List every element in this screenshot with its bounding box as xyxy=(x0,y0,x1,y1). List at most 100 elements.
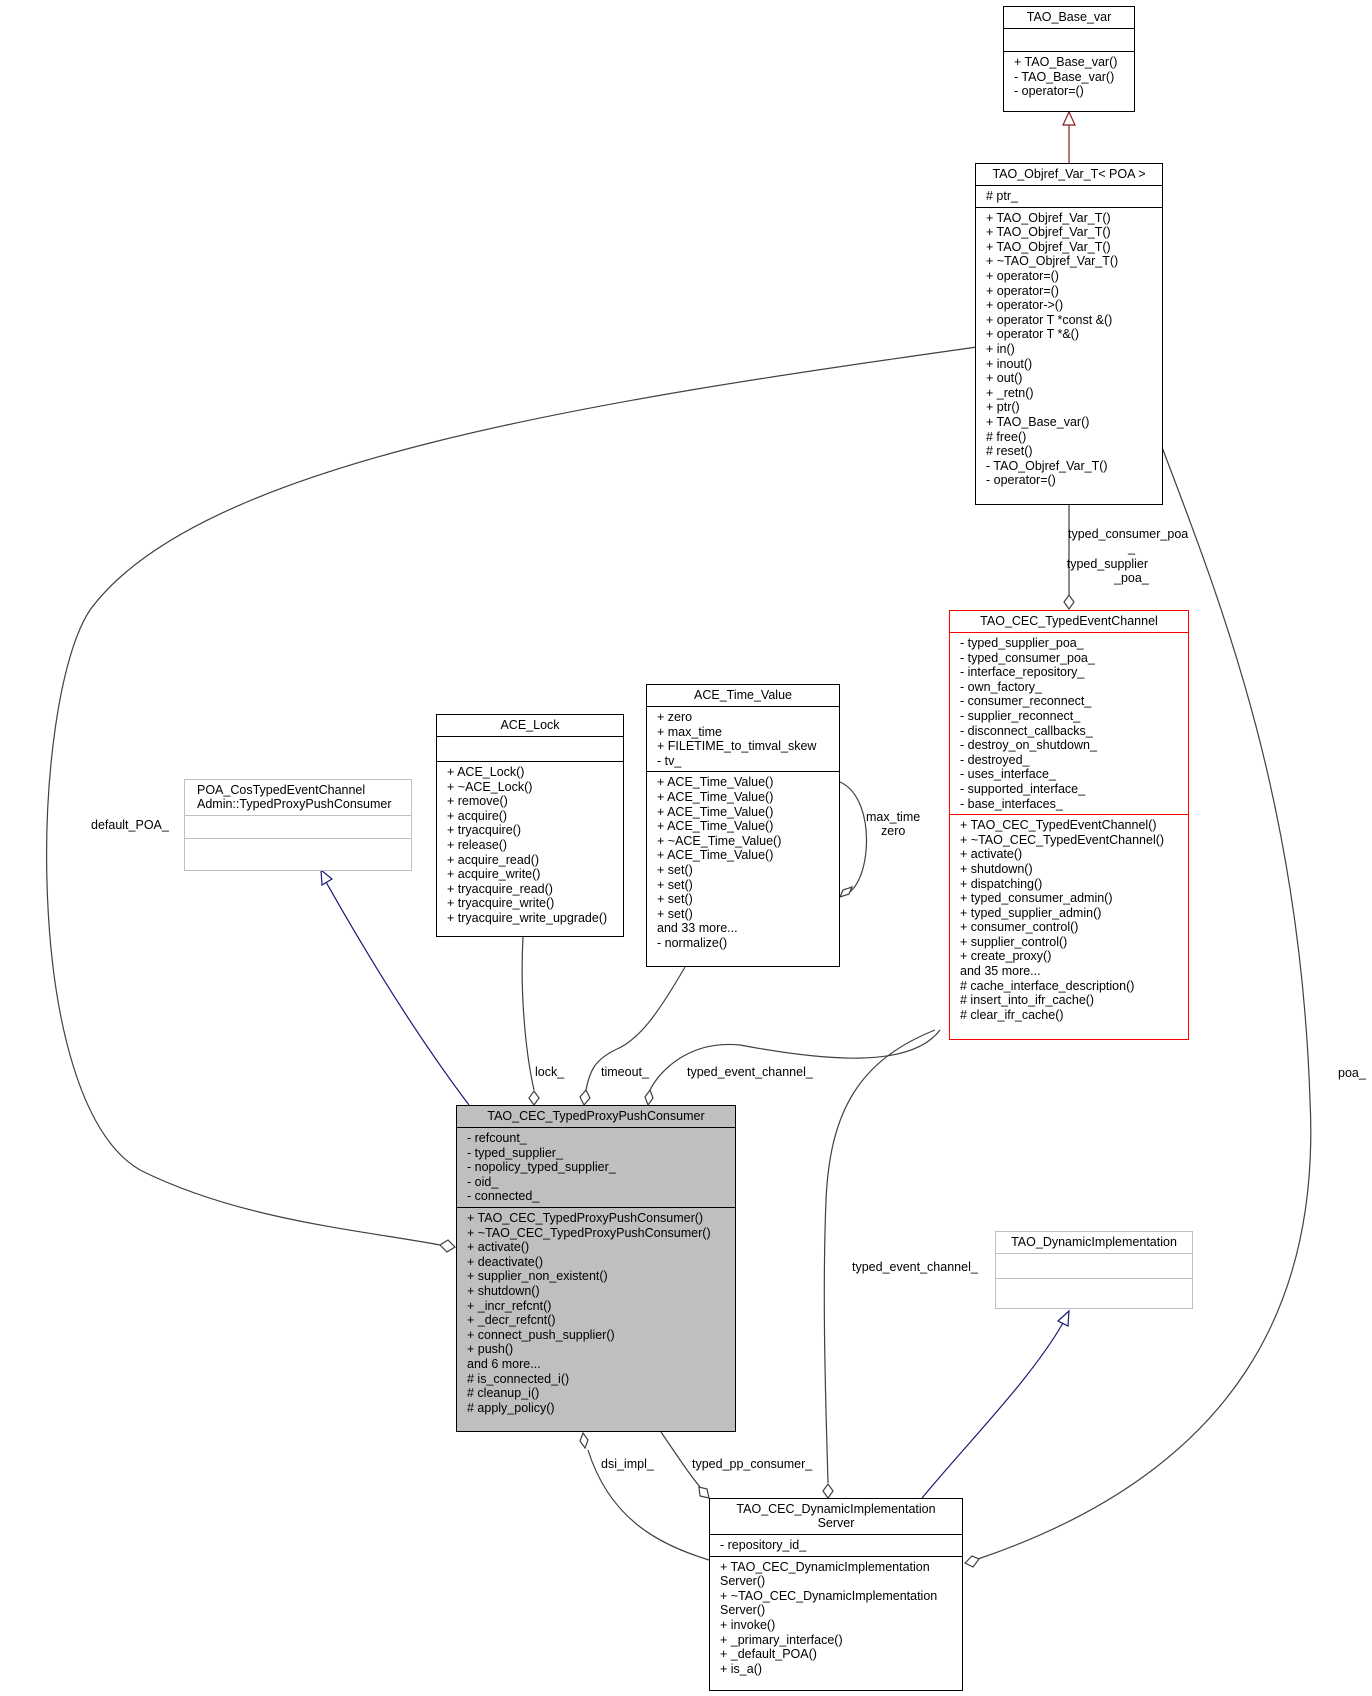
method: # apply_policy() xyxy=(467,1400,555,1415)
methods-section xyxy=(185,838,411,861)
edge-lock xyxy=(521,936,535,1091)
method: + ACE_Time_Value() xyxy=(657,789,774,804)
method: + typed_consumer_admin() xyxy=(960,891,1113,906)
method: + ~TAO_Objref_Var_T() xyxy=(986,254,1119,269)
method: # cleanup_i() xyxy=(467,1386,540,1401)
edge-label-poa: poa_ xyxy=(1338,1066,1366,1080)
method: + acquire_read() xyxy=(447,852,540,867)
method: - normalize() xyxy=(657,935,728,950)
method: + operator=() xyxy=(986,283,1059,298)
class-name: POA_CosTypedEventChannel Admin::TypedPro… xyxy=(197,783,392,811)
class-ace-lock[interactable]: ACE_Lock + ACE_Lock() + ~ACE_Lock() + re… xyxy=(436,714,624,937)
aggregation-diamond-icon xyxy=(1063,593,1075,611)
class-tao-cec-typed-proxy-push-consumer[interactable]: TAO_CEC_TypedProxyPushConsumer - refcoun… xyxy=(456,1105,736,1432)
class-tao-cec-dynamic-implementation-server[interactable]: TAO_CEC_DynamicImplementation Server - r… xyxy=(709,1498,963,1691)
class-ace-time-value[interactable]: ACE_Time_Value + zero + max_time + FILET… xyxy=(646,684,840,967)
method: + activate() xyxy=(467,1240,530,1255)
method: + ~TAO_CEC_DynamicImplementation xyxy=(720,1588,938,1603)
method: + TAO_Objref_Var_T() xyxy=(986,239,1111,254)
attribute: + FILETIME_to_timval_skew xyxy=(657,739,817,754)
class-tao-base-var[interactable]: TAO_Base_var + TAO_Base_var() - TAO_Base… xyxy=(1003,6,1135,112)
attribute: - connected_ xyxy=(467,1189,540,1204)
method: - operator=() xyxy=(1014,84,1084,99)
method: # is_connected_i() xyxy=(467,1371,570,1386)
method: + is_a() xyxy=(720,1661,763,1676)
method: + tryacquire() xyxy=(447,823,521,838)
attributes-section: - typed_supplier_poa_ - typed_consumer_p… xyxy=(950,632,1188,814)
aggregation-diamond-icon xyxy=(838,886,854,898)
attribute: - base_interfaces_ xyxy=(960,796,1063,811)
method: # insert_into_ifr_cache() xyxy=(960,993,1095,1008)
edge-typed-event-channel-side xyxy=(823,1029,936,1484)
class-tao-cec-typed-event-channel[interactable]: TAO_CEC_TypedEventChannel - typed_suppli… xyxy=(949,610,1189,1040)
method: + out() xyxy=(986,371,1023,386)
attribute: - nopolicy_typed_supplier_ xyxy=(467,1160,616,1175)
attributes-section xyxy=(185,815,411,838)
more-methods: and 6 more... xyxy=(467,1356,541,1371)
attribute: - uses_interface_ xyxy=(960,767,1056,782)
methods-section: + TAO_Objref_Var_T() + TAO_Objref_Var_T(… xyxy=(976,206,1162,491)
methods-section: + TAO_Base_var() - TAO_Base_var() - oper… xyxy=(1004,51,1134,102)
class-poa-typed-proxy-push-consumer[interactable]: POA_CosTypedEventChannel Admin::TypedPro… xyxy=(184,779,412,871)
method-continuation: Server() xyxy=(720,1574,766,1589)
edge-label-timeout: timeout_ xyxy=(601,1065,649,1079)
attribute: - supported_interface_ xyxy=(960,781,1086,796)
method: + _default_POA() xyxy=(720,1647,817,1662)
attribute: - supplier_reconnect_ xyxy=(960,708,1081,723)
edge-label-max-time-zero: max_time zero xyxy=(866,810,921,838)
attribute: - own_factory_ xyxy=(960,679,1042,694)
method: + tryacquire_write() xyxy=(447,896,555,911)
method: + TAO_Base_var() xyxy=(986,414,1090,429)
class-name: TAO_CEC_DynamicImplementation Server xyxy=(736,1502,936,1530)
method: + ptr() xyxy=(986,400,1020,415)
method: + set() xyxy=(657,892,693,907)
class-name: TAO_CEC_TypedProxyPushConsumer xyxy=(487,1109,705,1123)
method: + ACE_Lock() xyxy=(447,765,525,779)
method: + tryacquire_write_upgrade() xyxy=(447,910,608,925)
method: - operator=() xyxy=(986,473,1056,488)
attribute: - refcount_ xyxy=(467,1131,527,1145)
attribute: - oid_ xyxy=(467,1174,499,1189)
aggregation-diamond-icon xyxy=(579,1088,591,1107)
method: + TAO_CEC_TypedProxyPushConsumer() xyxy=(467,1210,704,1225)
methods-section xyxy=(996,1278,1192,1304)
aggregation-diamond-icon xyxy=(698,1486,710,1499)
attributes-section: - refcount_ - typed_supplier_ - nopolicy… xyxy=(457,1127,735,1207)
method: + set() xyxy=(657,906,693,921)
edge-label-typed-supplier-poa: typed_supplier _poa_ xyxy=(1066,557,1149,585)
method: + TAO_Objref_Var_T() xyxy=(986,225,1111,240)
attribute: - destroyed_ xyxy=(960,752,1030,767)
edge-label-typed-event-channel-top: typed_event_channel_ xyxy=(687,1065,813,1079)
method: + operator->() xyxy=(986,298,1064,313)
method: + consumer_control() xyxy=(960,920,1079,935)
methods-section: + ACE_Time_Value() + ACE_Time_Value() + … xyxy=(647,771,839,953)
attributes-section: - repository_id_ xyxy=(710,1534,962,1556)
method: + push() xyxy=(467,1342,514,1357)
method: + tryacquire_read() xyxy=(447,881,553,896)
methods-section: + TAO_CEC_TypedEventChannel() + ~TAO_CEC… xyxy=(950,814,1188,1025)
attribute: - repository_id_ xyxy=(720,1538,807,1552)
method: + invoke() xyxy=(720,1617,776,1632)
class-name: ACE_Lock xyxy=(500,718,560,732)
aggregation-diamond-icon xyxy=(822,1482,834,1500)
method: - TAO_Base_var() xyxy=(1014,69,1115,84)
method: + ACE_Time_Value() xyxy=(657,848,774,863)
aggregation-diamond-icon xyxy=(528,1089,540,1107)
method: + acquire() xyxy=(447,808,508,823)
method: # cache_interface_description() xyxy=(960,978,1135,993)
method: + _incr_refcnt() xyxy=(467,1298,552,1313)
class-tao-dynamic-implementation[interactable]: TAO_DynamicImplementation xyxy=(995,1231,1193,1309)
method: + set() xyxy=(657,862,693,877)
class-tao-objref-var-t[interactable]: TAO_Objref_Var_T< POA > # ptr_ + TAO_Obj… xyxy=(975,163,1163,505)
attribute: - typed_supplier_poa_ xyxy=(960,636,1084,650)
attribute: - typed_supplier_ xyxy=(467,1145,563,1160)
class-name: TAO_Base_var xyxy=(1026,10,1112,24)
method: + ~ACE_Time_Value() xyxy=(657,833,782,848)
edge-label-default-poa: default_POA_ xyxy=(91,818,169,832)
edge-label-typed-pp-consumer: typed_pp_consumer_ xyxy=(692,1457,813,1471)
edge-inherit-dynamic-implementation xyxy=(921,1322,1064,1499)
method: + ACE_Time_Value() xyxy=(657,775,774,790)
method: + ACE_Time_Value() xyxy=(657,819,774,834)
edge-label-dsi-impl: dsi_impl_ xyxy=(601,1457,654,1471)
method: + _decr_refcnt() xyxy=(467,1313,556,1328)
